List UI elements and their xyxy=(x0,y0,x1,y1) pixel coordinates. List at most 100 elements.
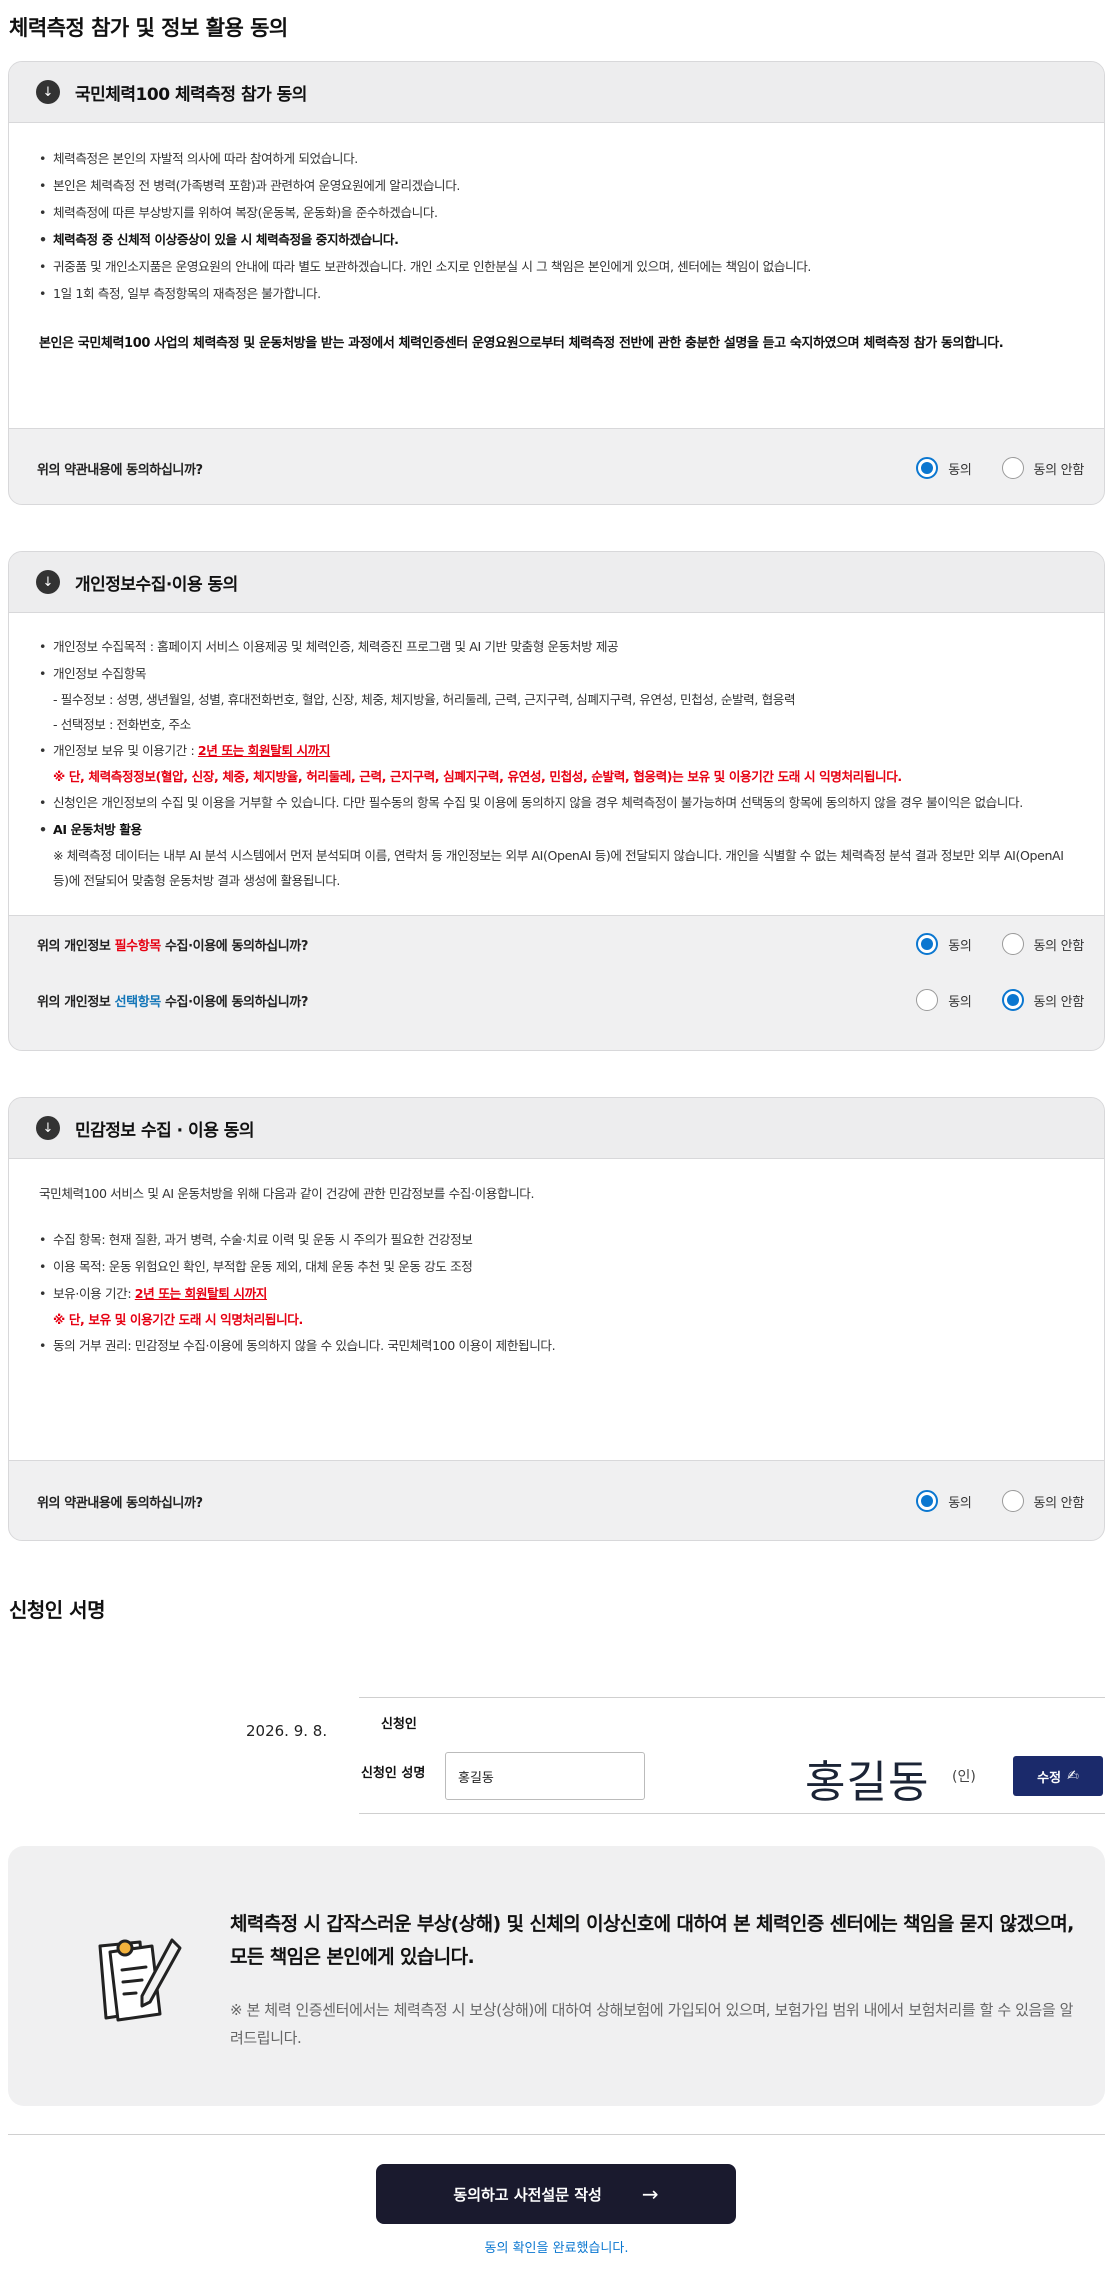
signature-image: 홍길동 xyxy=(805,1757,930,1808)
question-text: 수집·이용에 동의하십니까? xyxy=(160,994,308,1010)
signature-date: 2026. 9. 8. xyxy=(246,1722,328,1740)
list-item: 동의 거부 권리: 민감정보 수집·이용에 동의하지 않을 수 있습니다. 국민… xyxy=(39,1332,1074,1359)
edit-label: 수정 xyxy=(1037,1770,1062,1786)
intro-text: 국민체력100 서비스 및 AI 운동처방을 위해 다음과 같이 건강에 관한 … xyxy=(39,1186,535,1201)
retention-label: 보유·이용 기간: xyxy=(53,1286,135,1301)
arrow-right-icon: → xyxy=(641,2182,659,2206)
required-keyword: 필수항목 xyxy=(114,938,162,954)
consent-statement: 본인은 국민체력100 사업의 체력측정 및 운동처방을 받는 과정에서 체력인… xyxy=(39,336,1004,351)
disagree-radio[interactable] xyxy=(1001,933,1024,955)
retention-label: 개인정보 보유 및 이용기간 : xyxy=(53,743,198,758)
required-question-row: 위의 개인정보 필수항목 수집·이용에 동의하십니까? 동의 동의 안함 xyxy=(9,916,1104,972)
consent-question-row: 위의 약관내용에 동의하십니까? 동의 동의 안함 xyxy=(9,1461,1104,1540)
disagree-label: 동의 안함 xyxy=(1033,462,1085,478)
list-item: 체력측정 중 신체적 이상증상이 있을 시 체력측정을 중지하겠습니다. xyxy=(39,226,1074,253)
agree-radio[interactable] xyxy=(916,933,939,955)
disagree-radio[interactable] xyxy=(1001,989,1024,1011)
seal-mark: (인) xyxy=(952,1769,976,1785)
consent-page: 체력측정 참가 및 정보 활용 동의 ↓ 국민체력100 체력측정 참가 동의 … xyxy=(0,0,1113,2287)
retention-value: 2년 또는 회원탈퇴 시까지 xyxy=(197,743,331,758)
list-item: 개인정보 보유 및 이용기간 : 2년 또는 회원탈퇴 시까지 ※ 단, 체력측… xyxy=(39,737,1074,789)
liability-notice: 체력측정 시 갑작스러운 부상(상해) 및 신체의 이상신호에 대하여 본 체력… xyxy=(8,1846,1105,2106)
agree-and-survey-button[interactable]: 동의하고 사전설문 작성 → xyxy=(376,2164,736,2224)
panel-title: 국민체력100 체력측정 참가 동의 xyxy=(75,84,307,105)
list-item: 이용 목적: 운동 위험요인 확인, 부적합 운동 제외, 대체 운동 추천 및… xyxy=(39,1253,1074,1280)
panel-header[interactable]: ↓ 국민체력100 체력측정 참가 동의 xyxy=(9,62,1104,123)
ai-label: AI 운동처방 활용 xyxy=(53,822,142,837)
privacy-consent-panel: ↓ 개인정보수집·이용 동의 개인정보 수집목적 : 홈페이지 서비스 이용제공… xyxy=(8,551,1105,1051)
list-item: 개인정보 수집항목 - 필수정보 : 성명, 생년월일, 성별, 휴대전화번호,… xyxy=(39,660,1074,737)
disagree-label: 동의 안함 xyxy=(1033,994,1085,1010)
consent-question: 위의 약관내용에 동의하십니까? xyxy=(37,1495,203,1511)
retention-note: ※ 단, 체력측정정보(혈압, 신장, 체중, 체지방율, 허리둘레, 근력, … xyxy=(53,769,902,784)
panel-header[interactable]: ↓ 개인정보수집·이용 동의 xyxy=(9,552,1104,613)
agree-label: 동의 xyxy=(948,938,972,954)
question-text: 수집·이용에 동의하십니까? xyxy=(160,938,308,954)
divider xyxy=(8,2134,1105,2135)
panel-body: 체력측정은 본인의 자발적 의사에 따라 참여하게 되었습니다. 본인은 체력측… xyxy=(9,123,1104,429)
disagree-option[interactable]: 동의 안함 xyxy=(1001,1490,1085,1512)
question-text: 위의 개인정보 xyxy=(37,994,115,1010)
list-item: 보유·이용 기간: 2년 또는 회원탈퇴 시까지 ※ 단, 보유 및 이용기간 … xyxy=(39,1280,1074,1332)
list-item: AI 운동처방 활용 ※ 체력측정 데이터는 내부 AI 분석 시스템에서 먼저… xyxy=(39,816,1074,893)
list-item: 개인정보 수집목적 : 홈페이지 서비스 이용제공 및 체력인증, 체력증진 프… xyxy=(39,633,1074,660)
ai-note: ※ 체력측정 데이터는 내부 AI 분석 시스템에서 먼저 분석되며 이름, 연… xyxy=(53,848,1064,888)
arrow-down-circle-icon: ↓ xyxy=(36,80,60,104)
agree-radio[interactable] xyxy=(916,1490,939,1512)
optional-items: - 선택정보 : 전화번호, 주소 xyxy=(53,717,191,732)
list-item: 수집 항목: 현재 질환, 과거 병력, 수술·치료 이력 및 운동 시 주의가… xyxy=(39,1226,1074,1253)
panel-header[interactable]: ↓ 민감정보 수집 · 이용 동의 xyxy=(9,1098,1104,1159)
panel-title: 개인정보수집·이용 동의 xyxy=(75,574,238,595)
page-title: 체력측정 참가 및 정보 활용 동의 xyxy=(9,16,288,40)
list-item: 1일 1회 측정, 일부 측정항목의 재측정은 불가합니다. xyxy=(39,280,1074,307)
terms-list: 체력측정은 본인의 자발적 의사에 따라 참여하게 되었습니다. 본인은 체력측… xyxy=(39,145,1074,307)
agree-option[interactable]: 동의 xyxy=(916,989,972,1011)
agree-radio[interactable] xyxy=(916,457,939,479)
radio-group: 동의 동의 안함 xyxy=(886,916,1084,972)
notice-title: 체력측정 시 갑작스러운 부상(상해) 및 신체의 이상신호에 대하여 본 체력… xyxy=(230,1913,1074,1968)
agree-option[interactable]: 동의 xyxy=(916,1490,972,1512)
radio-group: 동의 동의 안함 xyxy=(886,429,1085,504)
consent-question-row: 위의 약관내용에 동의하십니까? 동의 동의 안함 xyxy=(9,429,1104,504)
optional-question: 위의 개인정보 선택항목 수집·이용에 동의하십니까? xyxy=(37,991,308,1010)
disagree-option[interactable]: 동의 안함 xyxy=(1001,457,1085,479)
clipboard-pen-icon xyxy=(98,1938,182,2022)
items-label: 개인정보 수집항목 xyxy=(53,666,147,681)
disagree-option[interactable]: 동의 안함 xyxy=(1001,989,1085,1011)
optional-keyword: 선택항목 xyxy=(114,994,162,1010)
disagree-label: 동의 안함 xyxy=(1033,938,1085,954)
question-text: 위의 개인정보 xyxy=(37,938,115,954)
consent-question: 위의 약관내용에 동의하십니까? xyxy=(37,462,203,478)
pen-icon: ✍ xyxy=(1067,1768,1079,1784)
list-item: 귀중품 및 개인소지품은 운영요원의 안내에 따라 별도 보관하겠습니다. 개인… xyxy=(39,253,1074,280)
signature-section-title: 신청인 서명 xyxy=(9,1598,105,1622)
participation-consent-panel: ↓ 국민체력100 체력측정 참가 동의 체력측정은 본인의 자발적 의사에 따… xyxy=(8,61,1105,505)
applicant-label: 신청인 xyxy=(381,1717,417,1732)
radio-group: 동의 동의 안함 xyxy=(886,1461,1085,1540)
retention-note: ※ 단, 보유 및 이용기간 도래 시 익명처리됩니다. xyxy=(53,1312,303,1327)
list-item: 체력측정은 본인의 자발적 의사에 따라 참여하게 되었습니다. xyxy=(39,145,1074,172)
disagree-option[interactable]: 동의 안함 xyxy=(1001,933,1085,955)
agree-option[interactable]: 동의 xyxy=(916,933,972,955)
completion-message: 동의 확인을 완료했습니다. xyxy=(484,2241,629,2256)
optional-question-row: 위의 개인정보 선택항목 수집·이용에 동의하십니까? 동의 동의 안함 xyxy=(9,972,1104,1028)
agree-label: 동의 xyxy=(948,994,972,1010)
edit-signature-button[interactable]: 수정 ✍ xyxy=(1013,1756,1103,1796)
sensitive-terms-list: 수집 항목: 현재 질환, 과거 병력, 수술·치료 이력 및 운동 시 주의가… xyxy=(39,1226,1074,1359)
agree-option[interactable]: 동의 xyxy=(916,457,972,479)
panel-title: 민감정보 수집 · 이용 동의 xyxy=(75,1120,255,1141)
panel-body-scroll[interactable]: 개인정보 수집목적 : 홈페이지 서비스 이용제공 및 체력인증, 체력증진 프… xyxy=(9,613,1104,916)
agree-radio[interactable] xyxy=(916,989,939,1011)
radio-group: 동의 동의 안함 xyxy=(886,972,1084,1028)
retention-value: 2년 또는 회원탈퇴 시까지 xyxy=(134,1286,268,1301)
disagree-label: 동의 안함 xyxy=(1033,1495,1085,1511)
arrow-down-circle-icon: ↓ xyxy=(36,1116,60,1140)
disagree-radio[interactable] xyxy=(1001,1490,1024,1512)
privacy-terms-list: 개인정보 수집목적 : 홈페이지 서비스 이용제공 및 체력인증, 체력증진 프… xyxy=(39,633,1074,893)
list-item: 본인은 체력측정 전 병력(가족병력 포함)과 관련하여 운영요원에게 알리겠습… xyxy=(39,172,1074,199)
submit-label: 동의하고 사전설문 작성 xyxy=(453,2185,602,2204)
disagree-radio[interactable] xyxy=(1001,457,1024,479)
list-item: 체력측정에 따른 부상방지를 위하여 복장(운동복, 운동화)을 준수하겠습니다… xyxy=(39,199,1074,226)
agree-label: 동의 xyxy=(948,1495,972,1511)
applicant-name-input[interactable] xyxy=(445,1752,645,1800)
